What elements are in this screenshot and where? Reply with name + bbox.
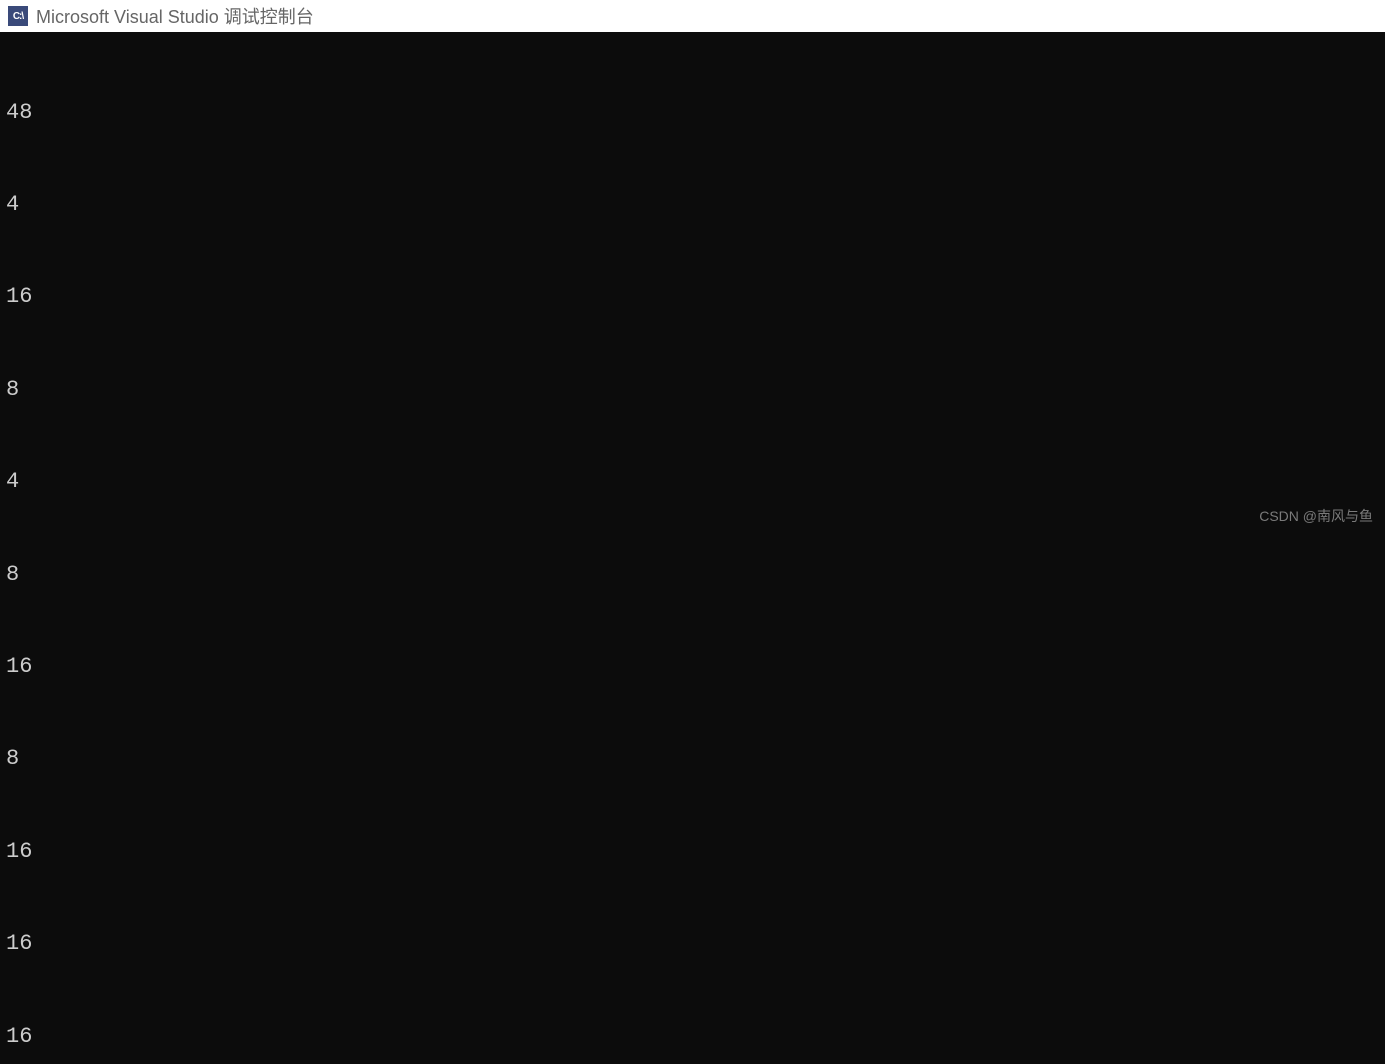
watermark: CSDN @南风与鱼 [1259,506,1373,526]
console-output: 48 4 16 8 4 8 16 8 16 16 16 D:\code\c-la… [0,32,1385,1064]
output-line: 4 [6,467,1379,498]
output-line: 48 [6,98,1379,129]
output-line: 16 [6,652,1379,683]
output-line: 16 [6,1022,1379,1053]
output-line: 16 [6,837,1379,868]
app-icon: C:\ [8,6,28,26]
output-line: 8 [6,744,1379,775]
output-line: 8 [6,560,1379,591]
window-title: Microsoft Visual Studio 调试控制台 [36,3,314,29]
titlebar[interactable]: C:\ Microsoft Visual Studio 调试控制台 [0,0,1385,32]
output-line: 16 [6,929,1379,960]
output-line: 16 [6,282,1379,313]
output-line: 4 [6,190,1379,221]
output-line: 8 [6,375,1379,406]
